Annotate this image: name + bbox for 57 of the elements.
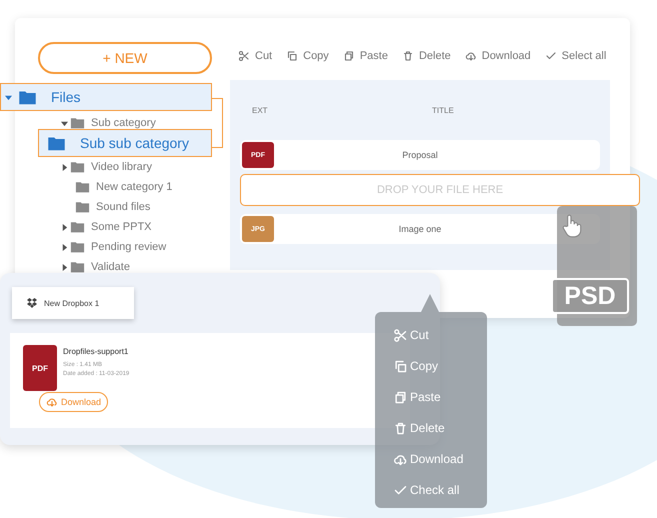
- caret-icon[interactable]: [61, 120, 68, 126]
- toolbar-button[interactable]: Copy: [286, 50, 329, 62]
- folder-icon: [75, 201, 90, 213]
- menu-item[interactable]: Paste: [393, 386, 487, 408]
- file-name: Dropfiles-support1: [63, 347, 128, 356]
- new-button[interactable]: + NEW: [38, 42, 212, 74]
- caret-icon[interactable]: [61, 264, 68, 270]
- caret-icon[interactable]: [61, 224, 68, 230]
- dropbox-tab[interactable]: New Dropbox 1: [12, 287, 134, 319]
- cloud-download-icon: [464, 50, 477, 62]
- toolbar-button[interactable]: Download: [464, 50, 531, 62]
- file-title: Proposal: [401, 150, 439, 160]
- tab-label: New Dropbox 1: [44, 298, 100, 308]
- menu-item[interactable]: Check all: [393, 479, 487, 501]
- menu-item[interactable]: Cut: [393, 324, 487, 346]
- toolbar-button[interactable]: Cut: [238, 50, 272, 62]
- caret-icon[interactable]: [5, 94, 12, 100]
- scissors-icon: [393, 328, 408, 342]
- copy-icon: [286, 50, 298, 62]
- download-button[interactable]: Download: [39, 392, 108, 412]
- column-header: TITLE: [432, 106, 454, 114]
- trash-icon: [393, 420, 408, 436]
- folder-icon: [70, 161, 85, 173]
- tree-item[interactable]: Some PPTX: [15, 217, 152, 237]
- column-header: EXT: [251, 106, 269, 114]
- folder-icon: [75, 181, 90, 193]
- paste-icon: [342, 50, 355, 62]
- file-title: Image one: [398, 224, 442, 234]
- folder-icon: [70, 241, 85, 253]
- connector-bracket: [212, 98, 223, 148]
- scissors-icon: [238, 50, 250, 62]
- tree-item[interactable]: Validate: [15, 257, 130, 277]
- paste-icon: [393, 390, 408, 404]
- menu-item[interactable]: Download: [393, 448, 487, 470]
- check-icon: [544, 50, 557, 62]
- copy-icon: [393, 358, 408, 374]
- toolbar-button[interactable]: Paste: [342, 50, 388, 62]
- trash-icon: [402, 50, 414, 62]
- tree-item[interactable]: Sub sub category: [38, 129, 212, 157]
- menu-item[interactable]: Copy: [393, 355, 487, 377]
- menu-item[interactable]: Delete: [393, 417, 487, 439]
- folder-icon: [18, 90, 37, 104]
- caret-icon[interactable]: [61, 244, 68, 250]
- cloud-download-icon: [46, 396, 58, 408]
- caret-icon[interactable]: [61, 164, 68, 170]
- folder-icon: [47, 136, 66, 150]
- diamonds-icon: [26, 297, 38, 309]
- tree-item[interactable]: New category 1: [15, 177, 172, 197]
- file-type-badge: PDF: [23, 345, 57, 391]
- tree-item[interactable]: Files: [0, 83, 212, 111]
- tree-item[interactable]: Pending review: [15, 237, 166, 257]
- file-type-label: PSD: [551, 278, 629, 314]
- toolbar-button[interactable]: Select all: [544, 50, 606, 62]
- tree-item[interactable]: Sound files: [15, 197, 150, 217]
- folder-icon: [70, 221, 85, 233]
- toolbar-button[interactable]: Delete: [402, 50, 451, 62]
- tree-item[interactable]: Video library: [15, 157, 152, 177]
